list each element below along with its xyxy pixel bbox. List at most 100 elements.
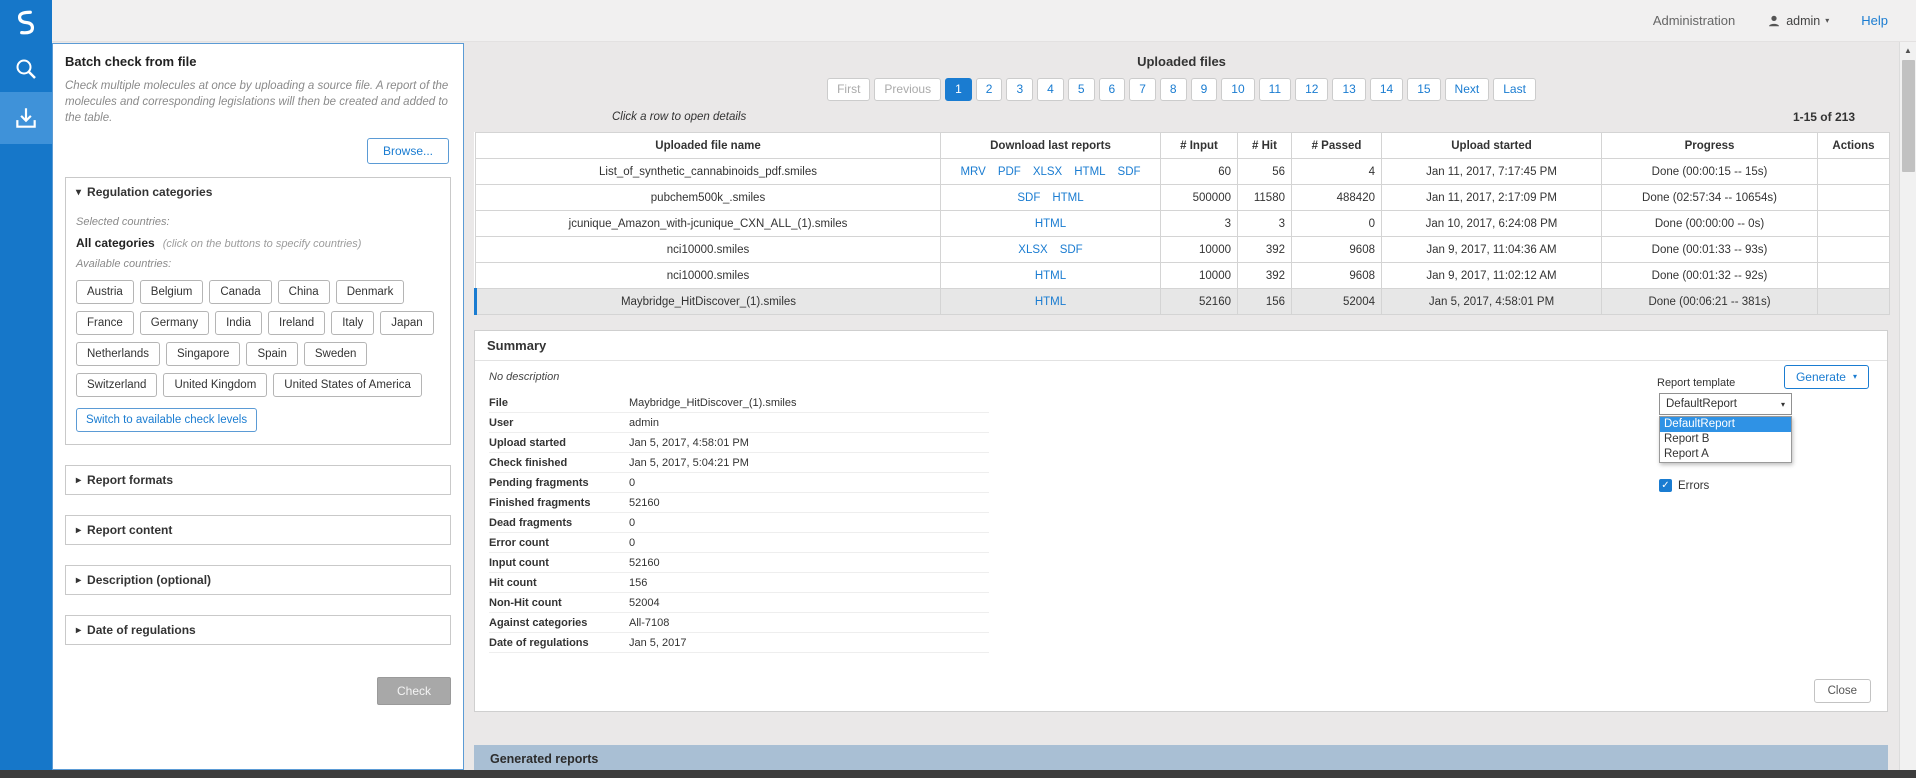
table-row[interactable]: nci10000.smilesHTML100003929608Jan 9, 20… — [476, 263, 1890, 289]
actions-cell — [1818, 263, 1890, 289]
switch-check-levels-button[interactable]: Switch to available check levels — [76, 408, 257, 432]
hit-cell: 3 — [1238, 211, 1292, 237]
section-report-content[interactable]: ▸Report content — [65, 515, 451, 545]
hit-cell: 156 — [1238, 289, 1292, 315]
country-button-singapore[interactable]: Singapore — [166, 342, 240, 366]
scrollbar[interactable]: ▲ — [1899, 42, 1916, 778]
country-button-denmark[interactable]: Denmark — [336, 280, 405, 304]
section-description-optional[interactable]: ▸Description (optional) — [65, 565, 451, 595]
report-link-xlsx[interactable]: XLSX — [1018, 244, 1047, 256]
pagination-previous[interactable]: Previous — [874, 78, 941, 101]
pagination-first[interactable]: First — [827, 78, 870, 101]
report-link-pdf[interactable]: PDF — [998, 166, 1021, 178]
report-link-html[interactable]: HTML — [1052, 192, 1083, 204]
sidebar-item-search[interactable] — [0, 46, 52, 92]
country-button-austria[interactable]: Austria — [76, 280, 134, 304]
section-date-of-regulations[interactable]: ▸Date of regulations — [65, 615, 451, 645]
browse-button[interactable]: Browse... — [367, 138, 449, 164]
check-button[interactable]: Check — [377, 677, 451, 705]
report-link-xlsx[interactable]: XLSX — [1033, 166, 1062, 178]
report-template-option-defaultreport[interactable]: DefaultReport — [1660, 417, 1791, 432]
summary-field-value: 52004 — [629, 597, 989, 609]
summary-field-label: Dead fragments — [489, 517, 629, 529]
report-link-sdf[interactable]: SDF — [1060, 244, 1083, 256]
pagination-page-4[interactable]: 4 — [1037, 78, 1064, 101]
report-link-html[interactable]: HTML — [1035, 270, 1066, 282]
pagination-page-10[interactable]: 10 — [1221, 78, 1254, 101]
input-cell: 52160 — [1161, 289, 1238, 315]
pagination-page-1[interactable]: 1 — [945, 78, 972, 101]
pagination-page-5[interactable]: 5 — [1068, 78, 1095, 101]
table-row[interactable]: jcunique_Amazon_with-jcunique_CXN_ALL_(1… — [476, 211, 1890, 237]
hit-cell: 392 — [1238, 237, 1292, 263]
pagination-page-7[interactable]: 7 — [1129, 78, 1156, 101]
scroll-up-arrow[interactable]: ▲ — [1900, 42, 1916, 58]
pagination-page-14[interactable]: 14 — [1370, 78, 1403, 101]
country-button-india[interactable]: India — [215, 311, 262, 335]
country-button-china[interactable]: China — [278, 280, 330, 304]
report-template-select[interactable]: DefaultReport ▾ — [1659, 393, 1792, 415]
report-link-html[interactable]: HTML — [1035, 296, 1066, 308]
table-row[interactable]: pubchem500k_.smilesSDFHTML50000011580488… — [476, 185, 1890, 211]
report-link-sdf[interactable]: SDF — [1118, 166, 1141, 178]
generate-button[interactable]: Generate ▾ — [1784, 365, 1869, 389]
report-link-mrv[interactable]: MRV — [960, 166, 985, 178]
regulation-categories-header[interactable]: ▾ Regulation categories — [66, 178, 450, 206]
pagination-page-6[interactable]: 6 — [1099, 78, 1126, 101]
country-button-canada[interactable]: Canada — [209, 280, 271, 304]
summary-field-row: Upload startedJan 5, 2017, 4:58:01 PM — [489, 433, 989, 453]
generate-label: Generate — [1796, 370, 1846, 384]
country-button-france[interactable]: France — [76, 311, 134, 335]
close-button[interactable]: Close — [1814, 679, 1871, 703]
pagination-page-9[interactable]: 9 — [1191, 78, 1218, 101]
pagination-page-3[interactable]: 3 — [1006, 78, 1033, 101]
pagination-page-15[interactable]: 15 — [1407, 78, 1440, 101]
country-button-sweden[interactable]: Sweden — [304, 342, 368, 366]
report-template-option-report-a[interactable]: Report A — [1660, 447, 1791, 462]
pagination-page-8[interactable]: 8 — [1160, 78, 1187, 101]
pagination-next[interactable]: Next — [1445, 78, 1490, 101]
pagination-page-12[interactable]: 12 — [1295, 78, 1328, 101]
all-categories-button[interactable]: All categories — [76, 236, 155, 250]
report-link-html[interactable]: HTML — [1035, 218, 1066, 230]
hit-cell: 56 — [1238, 159, 1292, 185]
country-button-united-kingdom[interactable]: United Kingdom — [163, 373, 267, 397]
table-row[interactable]: Maybridge_HitDiscover_(1).smiles HTML 5216… — [476, 289, 1890, 315]
report-link-html[interactable]: HTML — [1074, 166, 1105, 178]
administration-link[interactable]: Administration — [1653, 13, 1735, 28]
app-logo — [0, 0, 52, 46]
country-button-spain[interactable]: Spain — [246, 342, 297, 366]
sidebar-item-batch-check[interactable] — [0, 92, 52, 144]
main-content: Uploaded files FirstPrevious123456789101… — [464, 42, 1899, 778]
pagination-page-13[interactable]: 13 — [1332, 78, 1365, 101]
section-report-formats[interactable]: ▸Report formats — [65, 465, 451, 495]
user-menu[interactable]: admin ▾ — [1767, 14, 1829, 28]
help-link[interactable]: Help — [1861, 13, 1888, 28]
country-button-switzerland[interactable]: Switzerland — [76, 373, 157, 397]
country-button-belgium[interactable]: Belgium — [140, 280, 204, 304]
report-template-option-report-b[interactable]: Report B — [1660, 432, 1791, 447]
actions-cell — [1818, 211, 1890, 237]
reports-cell: XLSX SDF — [941, 237, 1161, 263]
country-button-ireland[interactable]: Ireland — [268, 311, 325, 335]
country-button-japan[interactable]: Japan — [380, 311, 433, 335]
pagination-last[interactable]: Last — [1493, 78, 1536, 101]
column-header-download-last-reports: Download last reports — [941, 133, 1161, 159]
errors-checkbox[interactable]: ✓ — [1659, 479, 1672, 492]
country-button-germany[interactable]: Germany — [140, 311, 209, 335]
chevron-down-icon: ▾ — [1781, 400, 1785, 409]
report-link-sdf[interactable]: SDF — [1017, 192, 1040, 204]
passed-cell: 488420 — [1292, 185, 1382, 211]
country-button-united-states-of-america[interactable]: United States of America — [273, 373, 422, 397]
table-row[interactable]: List_of_synthetic_cannabinoids_pdf.smile… — [476, 159, 1890, 185]
country-button-netherlands[interactable]: Netherlands — [76, 342, 160, 366]
scrollbar-thumb[interactable] — [1902, 60, 1915, 172]
pagination-page-11[interactable]: 11 — [1259, 78, 1291, 101]
person-icon — [1767, 14, 1781, 28]
country-button-italy[interactable]: Italy — [331, 311, 374, 335]
file-name-cell: Maybridge_HitDiscover_(1).smiles — [476, 289, 941, 315]
errors-option[interactable]: ✓ Errors — [1659, 479, 1709, 492]
pagination-page-2[interactable]: 2 — [976, 78, 1003, 101]
batch-check-panel: Batch check from file Check multiple mol… — [52, 43, 464, 770]
table-row[interactable]: nci10000.smilesXLSXSDF100003929608Jan 9,… — [476, 237, 1890, 263]
